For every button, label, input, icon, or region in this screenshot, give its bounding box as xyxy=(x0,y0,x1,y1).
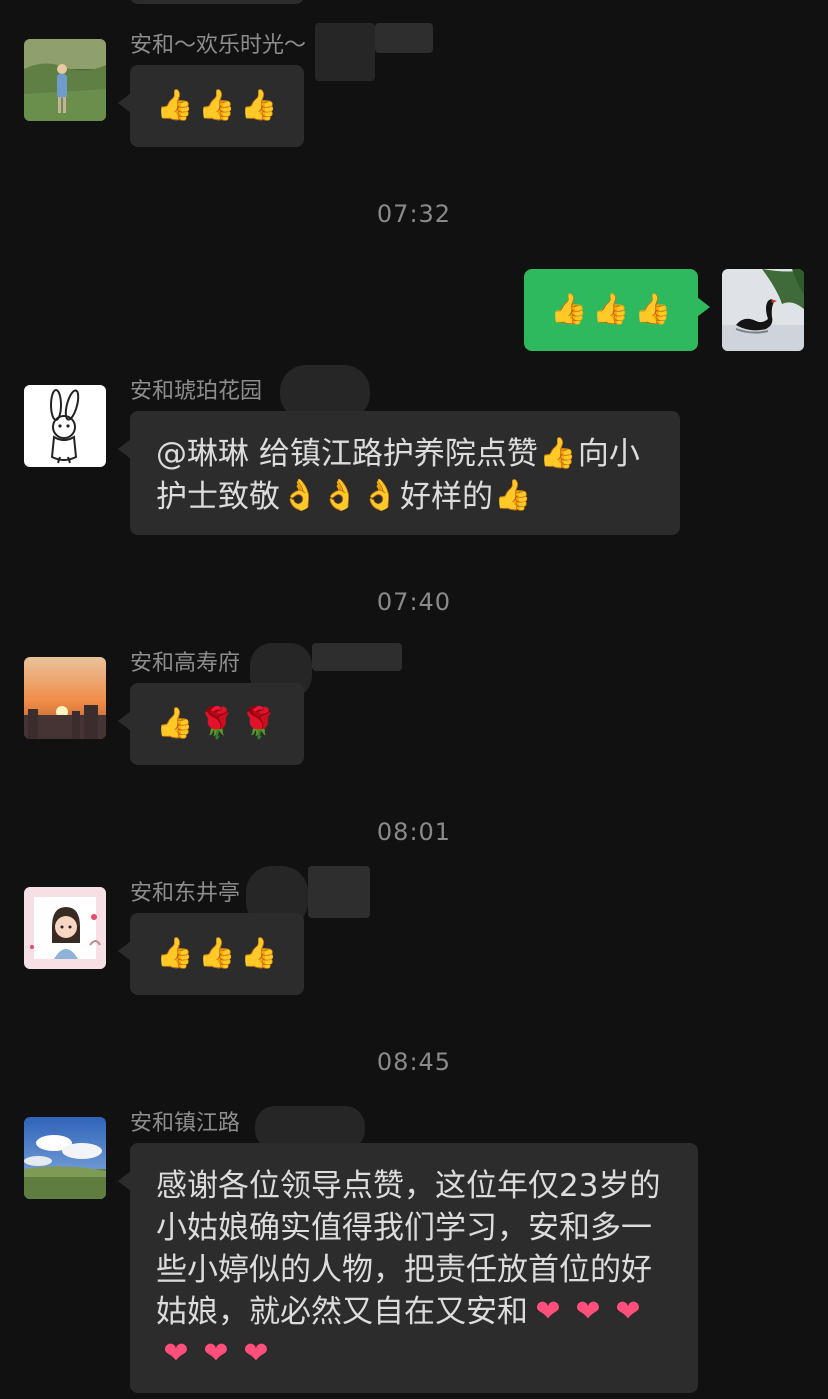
ok-hand-icon: 👌 xyxy=(361,478,399,513)
timestamp: 08:45 xyxy=(376,1048,452,1076)
timestamp: 07:40 xyxy=(376,588,452,616)
timestamp: 07:32 xyxy=(376,200,452,228)
message-text-segment: @琳琳 给镇江路护养院点赞 xyxy=(156,436,538,472)
redaction-mosaic xyxy=(375,23,433,53)
chat-history: 安和～欢乐时光～ 👍 👍 👍 07:32 👍 👍 👍 安和琥珀花园 @琳琳 给镇… xyxy=(0,0,828,1399)
avatar-landscape[interactable] xyxy=(24,1117,106,1199)
timestamp: 08:01 xyxy=(376,818,452,846)
rose-icon: 🌹 xyxy=(198,706,236,741)
avatar-rabbit-sketch[interactable] xyxy=(24,385,106,467)
message-text: 感谢各位领导点赞，这位年仅23岁的小姑娘确实值得我们学习，安和多一些小婷似的人物… xyxy=(156,1168,660,1373)
thumbs-up-icon: 👍 xyxy=(634,292,672,327)
sender-name: 安和琥珀花园 xyxy=(130,379,263,404)
redaction-mosaic xyxy=(312,643,402,671)
ok-hand-icon: 👌 xyxy=(281,478,319,513)
heart-icon: ❤ xyxy=(203,1336,229,1371)
heart-icon: ❤ xyxy=(615,1293,641,1329)
thumbs-up-icon: 👍 xyxy=(494,478,532,513)
thumbs-up-icon: 👍 xyxy=(156,88,194,123)
avatar-black-swan[interactable] xyxy=(722,269,804,351)
avatar-sunset[interactable] xyxy=(24,657,106,739)
sender-name: 安和镇江路 xyxy=(130,1111,241,1136)
heart-icon: ❤ xyxy=(163,1336,189,1371)
heart-icon: ❤ xyxy=(535,1293,561,1329)
avatar-cartoon-girl[interactable] xyxy=(24,887,106,969)
message-bubble[interactable]: 👍 🌹 🌹 xyxy=(118,683,304,765)
message-bubble[interactable]: @琳琳 给镇江路护养院点赞👍向小护士致敬👌👌👌好样的👍 xyxy=(118,411,680,535)
thumbs-up-icon: 👍 xyxy=(198,88,236,123)
ok-hand-icon: 👌 xyxy=(321,478,359,513)
thumbs-up-icon: 👍 xyxy=(592,292,630,327)
message-bubble[interactable]: 👍 👍 👍 xyxy=(118,913,304,995)
sender-name: 安和东井亭 xyxy=(130,881,241,906)
heart-icon: ❤ xyxy=(243,1336,269,1371)
thumbs-up-icon: 👍 xyxy=(156,936,194,971)
redaction-mosaic xyxy=(308,866,370,918)
avatar-child-in-field[interactable] xyxy=(24,39,106,121)
message-bubble[interactable]: 👍 👍 👍 xyxy=(118,65,304,147)
my-message-bubble[interactable]: 👍 👍 👍 xyxy=(524,269,710,351)
thumbs-up-icon: 👍 xyxy=(240,88,278,123)
sender-name: 安和高寿府 xyxy=(130,651,241,676)
thumbs-up-icon: 👍 xyxy=(240,936,278,971)
message-text-segment: 好样的 xyxy=(400,478,493,515)
redaction-mosaic xyxy=(315,23,375,81)
thumbs-up-icon: 👍 xyxy=(550,292,588,327)
heart-icon: ❤ xyxy=(575,1293,601,1329)
message-text: @琳琳 给镇江路护养院点赞👍向小护士致敬👌👌👌好样的👍 xyxy=(156,436,640,515)
rose-icon: 🌹 xyxy=(240,706,278,741)
sender-name: 安和～欢乐时光～ xyxy=(130,33,307,58)
message-bubble[interactable]: 感谢各位领导点赞，这位年仅23岁的小姑娘确实值得我们学习，安和多一些小婷似的人物… xyxy=(118,1143,698,1393)
thumbs-up-icon: 👍 xyxy=(156,706,194,741)
previous-message-bubble[interactable] xyxy=(130,0,304,4)
thumbs-up-icon: 👍 xyxy=(539,435,577,471)
thumbs-up-icon: 👍 xyxy=(198,936,236,971)
